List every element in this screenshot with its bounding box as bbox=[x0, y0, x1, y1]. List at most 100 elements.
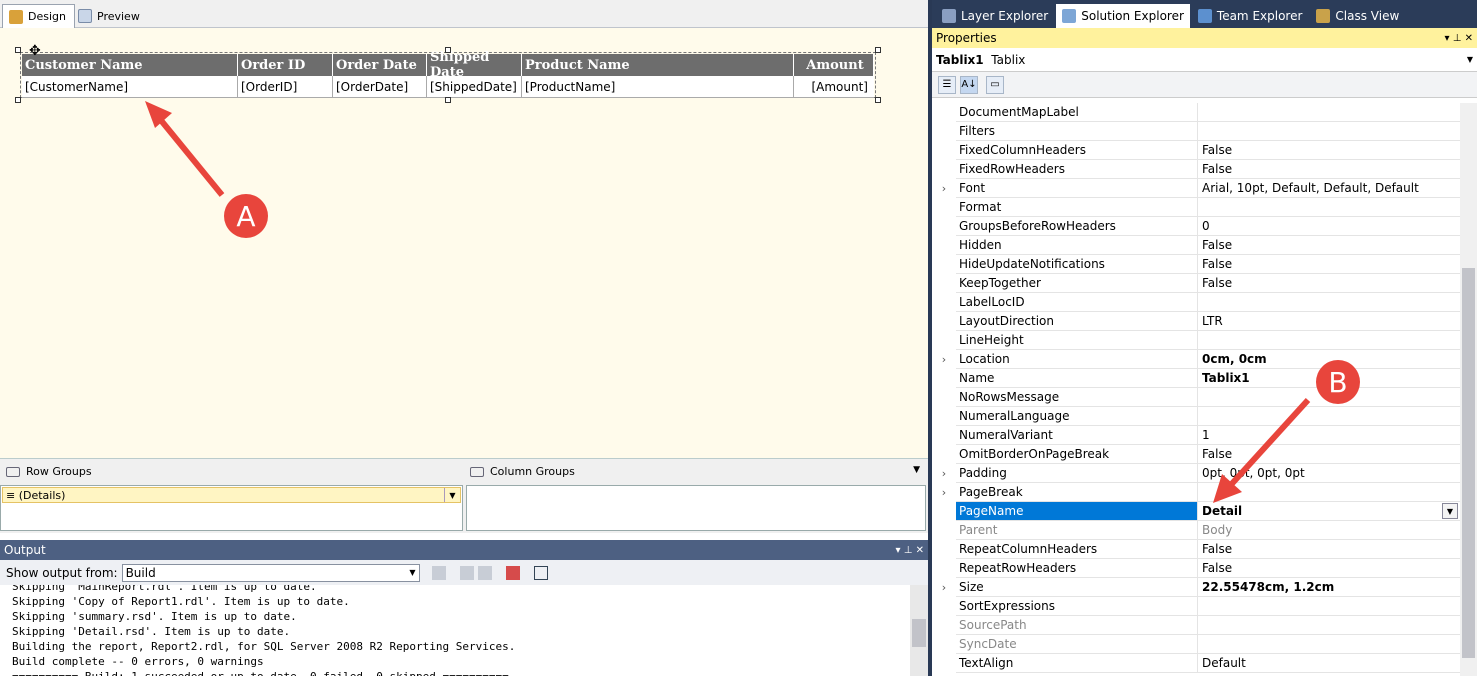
property-row[interactable]: KeepTogether False bbox=[932, 274, 1460, 293]
property-row[interactable]: › Location 0cm, 0cm bbox=[932, 350, 1460, 369]
property-row[interactable]: SyncDate bbox=[932, 635, 1460, 654]
detail-cell[interactable]: [OrderID] bbox=[238, 76, 333, 98]
detail-cell[interactable]: [OrderDate] bbox=[333, 76, 427, 98]
tab-layer-explorer[interactable]: Layer Explorer bbox=[936, 4, 1054, 28]
property-row[interactable]: NumeralVariant 1 bbox=[932, 426, 1460, 445]
clear-all-icon[interactable] bbox=[505, 565, 520, 580]
property-value[interactable] bbox=[1198, 103, 1460, 121]
property-value[interactable]: 1 bbox=[1198, 426, 1460, 444]
property-row[interactable]: LabelLocID bbox=[932, 293, 1460, 312]
property-row[interactable]: FixedColumnHeaders False bbox=[932, 141, 1460, 160]
property-value[interactable]: False bbox=[1198, 141, 1460, 159]
details-group-item[interactable]: ≡ (Details) ▼ bbox=[2, 487, 461, 503]
property-row[interactable]: SourcePath bbox=[932, 616, 1460, 635]
expand-chevron-icon[interactable]: › bbox=[932, 483, 956, 502]
output-text[interactable]: Skipping 'MainReport.rdl'. Item is up to… bbox=[0, 585, 910, 676]
property-pages-icon[interactable]: ▭ bbox=[986, 75, 1004, 94]
word-wrap-icon[interactable] bbox=[533, 565, 548, 580]
categorized-icon[interactable]: ☰ bbox=[938, 75, 956, 94]
groups-menu-icon[interactable]: ▼ bbox=[913, 465, 920, 475]
alphabetical-icon[interactable]: A↓ bbox=[960, 75, 978, 94]
property-row[interactable]: Format bbox=[932, 198, 1460, 217]
scroll-thumb[interactable] bbox=[912, 619, 926, 647]
property-row[interactable]: Hidden False bbox=[932, 236, 1460, 255]
property-row[interactable]: Filters bbox=[932, 122, 1460, 141]
detail-cell[interactable]: [ProductName] bbox=[522, 76, 794, 98]
property-value[interactable]: False bbox=[1198, 255, 1460, 273]
resize-handle[interactable] bbox=[15, 97, 21, 103]
property-value[interactable]: False bbox=[1198, 559, 1460, 577]
header-cell[interactable]: Shipped Date bbox=[427, 50, 522, 80]
expand-chevron-icon[interactable]: › bbox=[932, 179, 956, 198]
property-value[interactable] bbox=[1198, 331, 1460, 349]
property-row[interactable]: DocumentMapLabel bbox=[932, 103, 1460, 122]
property-row[interactable]: SortExpressions bbox=[932, 597, 1460, 616]
property-value[interactable]: 0 bbox=[1198, 217, 1460, 235]
next-message-icon[interactable] bbox=[477, 565, 492, 580]
tab-design[interactable]: Design bbox=[2, 4, 75, 28]
property-row[interactable]: Name Tablix1 bbox=[932, 369, 1460, 388]
detail-cell[interactable]: [CustomerName] bbox=[22, 76, 238, 98]
property-row[interactable]: Parent Body bbox=[932, 521, 1460, 540]
property-value[interactable]: Detail ▼ bbox=[1198, 502, 1460, 520]
header-cell[interactable]: Order Date bbox=[333, 54, 427, 76]
tab-class-view[interactable]: Class View bbox=[1310, 4, 1405, 28]
property-row[interactable]: PageName Detail ▼ bbox=[932, 502, 1460, 521]
panel-controls[interactable]: ▾ ⊥ ✕ bbox=[1445, 33, 1473, 44]
property-row[interactable]: HideUpdateNotifications False bbox=[932, 255, 1460, 274]
property-value[interactable]: LTR bbox=[1198, 312, 1460, 330]
property-value[interactable]: False bbox=[1198, 540, 1460, 558]
property-value[interactable]: Arial, 10pt, Default, Default, Default bbox=[1198, 179, 1460, 197]
panel-controls[interactable]: ▾ ⊥ ✕ bbox=[896, 545, 924, 556]
detail-cell[interactable]: [Amount] bbox=[794, 76, 874, 98]
header-cell[interactable]: Amount bbox=[794, 54, 874, 76]
chevron-down-icon[interactable]: ▼ bbox=[444, 488, 460, 502]
detail-cell[interactable]: [ShippedDate] bbox=[427, 76, 522, 98]
property-row[interactable]: › Padding 0pt, 0pt, 0pt, 0pt bbox=[932, 464, 1460, 483]
scroll-thumb[interactable] bbox=[1462, 268, 1475, 658]
tablix[interactable]: Customer Name Order ID Order Date Shippe… bbox=[15, 43, 881, 103]
header-cell[interactable]: Order ID bbox=[238, 54, 333, 76]
expand-chevron-icon[interactable]: › bbox=[932, 578, 956, 597]
property-row[interactable]: NoRowsMessage bbox=[932, 388, 1460, 407]
show-output-select[interactable]: Build ▼ bbox=[121, 563, 420, 582]
property-row[interactable]: LineHeight bbox=[932, 331, 1460, 350]
resize-handle[interactable] bbox=[445, 97, 451, 103]
property-value[interactable] bbox=[1198, 616, 1460, 634]
property-value[interactable]: False bbox=[1198, 445, 1460, 463]
property-value[interactable]: False bbox=[1198, 160, 1460, 178]
header-cell[interactable]: Product Name bbox=[522, 54, 794, 76]
property-value[interactable] bbox=[1198, 198, 1460, 216]
resize-handle[interactable] bbox=[15, 47, 21, 53]
property-value[interactable]: 22.55478cm, 1.2cm bbox=[1198, 578, 1460, 596]
header-cell[interactable]: Customer Name bbox=[22, 54, 238, 76]
property-row[interactable]: GroupsBeforeRowHeaders 0 bbox=[932, 217, 1460, 236]
property-row[interactable]: NumeralLanguage bbox=[932, 407, 1460, 426]
tab-team-explorer[interactable]: Team Explorer bbox=[1192, 4, 1309, 28]
property-row[interactable]: LayoutDirection LTR bbox=[932, 312, 1460, 331]
output-scrollbar[interactable] bbox=[910, 585, 928, 676]
property-row[interactable]: › Size 22.55478cm, 1.2cm bbox=[932, 578, 1460, 597]
tab-preview[interactable]: Preview bbox=[72, 4, 148, 28]
expand-chevron-icon[interactable]: › bbox=[932, 350, 956, 369]
property-value[interactable] bbox=[1198, 483, 1460, 501]
property-value[interactable]: Body bbox=[1198, 521, 1460, 539]
property-row[interactable]: TextAlign Default bbox=[932, 654, 1460, 673]
property-value[interactable] bbox=[1198, 597, 1460, 615]
tab-solution-explorer[interactable]: Solution Explorer bbox=[1056, 4, 1190, 28]
chevron-down-icon[interactable]: ▼ bbox=[1442, 503, 1458, 519]
property-value[interactable]: False bbox=[1198, 236, 1460, 254]
property-value[interactable]: False bbox=[1198, 274, 1460, 292]
property-row[interactable]: › PageBreak bbox=[932, 483, 1460, 502]
property-value[interactable]: Default bbox=[1198, 654, 1460, 672]
property-row[interactable]: › Font Arial, 10pt, Default, Default, Defa… bbox=[932, 179, 1460, 198]
prev-message-icon[interactable] bbox=[459, 565, 474, 580]
property-row[interactable]: RepeatRowHeaders False bbox=[932, 559, 1460, 578]
property-value[interactable]: 0pt, 0pt, 0pt, 0pt bbox=[1198, 464, 1460, 482]
resize-handle[interactable] bbox=[875, 97, 881, 103]
resize-handle[interactable] bbox=[875, 47, 881, 53]
property-row[interactable]: RepeatColumnHeaders False bbox=[932, 540, 1460, 559]
property-value[interactable] bbox=[1198, 293, 1460, 311]
property-value[interactable] bbox=[1198, 635, 1460, 653]
expand-chevron-icon[interactable]: › bbox=[932, 464, 956, 483]
